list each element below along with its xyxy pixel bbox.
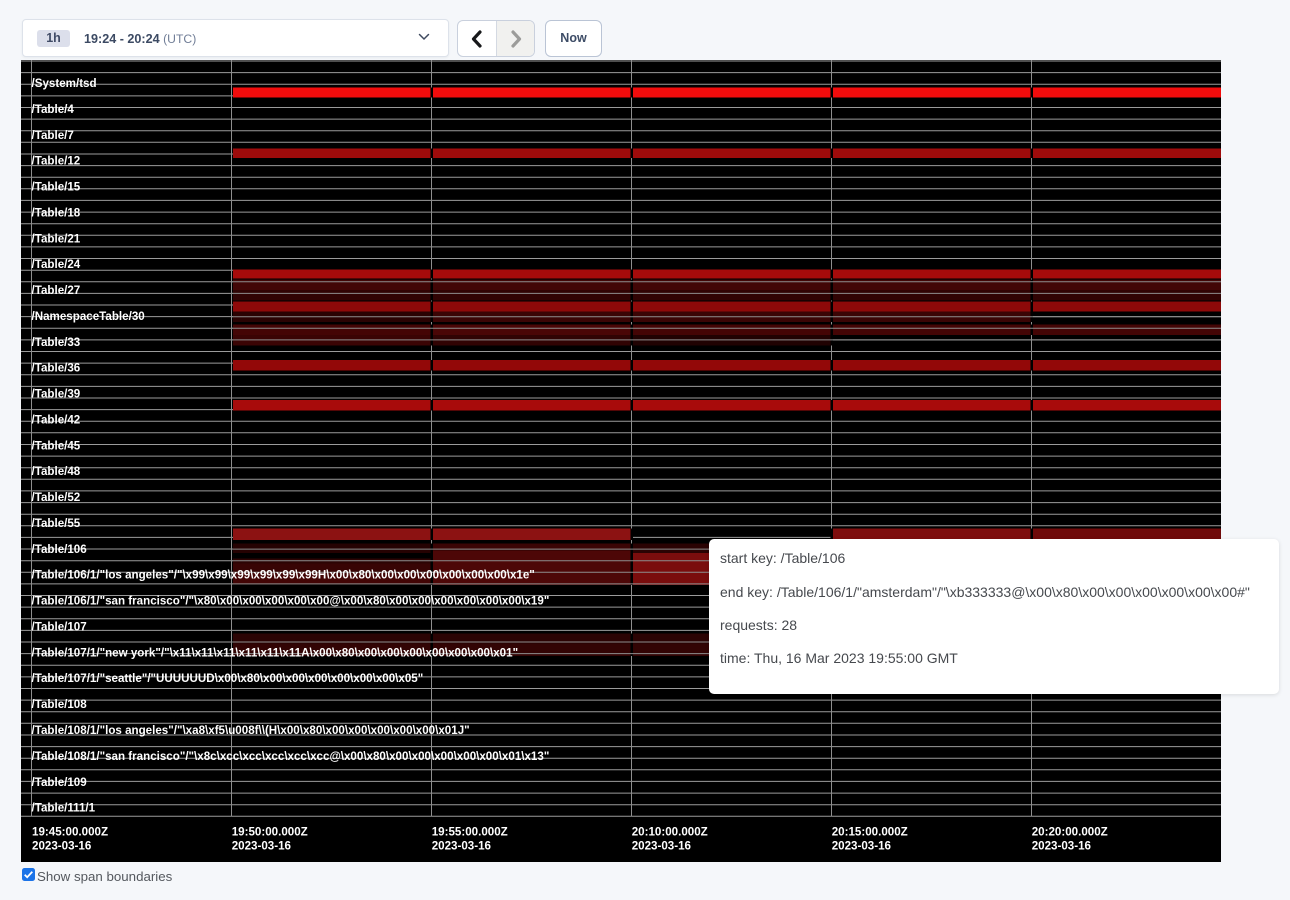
svg-text:19:50:00.000Z: 19:50:00.000Z [232,826,308,839]
svg-text:/Table/48: /Table/48 [32,465,81,478]
svg-text:2023-03-16: 2023-03-16 [832,840,892,853]
svg-text:/Table/111/1: /Table/111/1 [32,802,96,815]
svg-text:/NamespaceTable/30: /NamespaceTable/30 [32,310,145,323]
svg-text:/Table/21: /Table/21 [32,232,81,245]
svg-text:/Table/39: /Table/39 [32,388,81,401]
svg-text:2023-03-16: 2023-03-16 [232,840,292,853]
svg-text:/Table/12: /Table/12 [32,155,81,168]
svg-text:/Table/18: /Table/18 [32,206,81,219]
svg-text:/Table/24: /Table/24 [32,258,81,271]
svg-text:2023-03-16: 2023-03-16 [432,840,492,853]
svg-text:19:55:00.000Z: 19:55:00.000Z [432,826,508,839]
svg-text:/Table/107/1/"seattle"/"UUUUUU: /Table/107/1/"seattle"/"UUUUUUD\x00\x80\… [32,672,424,685]
svg-text:/Table/109: /Table/109 [32,776,88,789]
svg-text:/Table/4: /Table/4 [32,103,75,116]
svg-text:/Table/106: /Table/106 [32,543,88,556]
svg-text:2023-03-16: 2023-03-16 [32,840,92,853]
svg-text:/Table/27: /Table/27 [32,284,81,297]
svg-text:20:15:00.000Z: 20:15:00.000Z [832,826,908,839]
svg-text:/Table/45: /Table/45 [32,439,81,452]
svg-text:/Table/108/1/"san francisco"/": /Table/108/1/"san francisco"/"\x8c\xcc\x… [32,750,550,763]
svg-text:/Table/7: /Table/7 [32,129,74,142]
svg-text:/Table/108/1/"los angeles"/"\x: /Table/108/1/"los angeles"/"\xa8\xf5\u00… [32,724,470,737]
svg-text:2023-03-16: 2023-03-16 [632,840,692,853]
svg-text:/Table/55: /Table/55 [32,517,81,530]
svg-text:/Table/36: /Table/36 [32,362,81,375]
svg-text:/Table/33: /Table/33 [32,336,81,349]
svg-text:/Table/15: /Table/15 [32,181,81,194]
svg-text:20:10:00.000Z: 20:10:00.000Z [632,826,708,839]
svg-text:/Table/52: /Table/52 [32,491,81,504]
svg-text:/Table/42: /Table/42 [32,413,81,426]
svg-text:20:20:00.000Z: 20:20:00.000Z [1032,826,1108,839]
svg-text:2023-03-16: 2023-03-16 [1032,840,1092,853]
svg-text:/Table/106/1/"san francisco"/": /Table/106/1/"san francisco"/"\x80\x00\x… [32,595,550,608]
svg-text:/Table/107/1/"new york"/"\x11\: /Table/107/1/"new york"/"\x11\x11\x11\x1… [32,646,519,659]
svg-text:/Table/108: /Table/108 [32,698,88,711]
svg-text:/Table/106/1/"los angeles"/"\x: /Table/106/1/"los angeles"/"\x99\x99\x99… [32,569,535,582]
svg-text:19:45:00.000Z: 19:45:00.000Z [32,826,108,839]
svg-text:/Table/107: /Table/107 [32,621,87,634]
svg-text:/System/tsd: /System/tsd [32,77,97,90]
